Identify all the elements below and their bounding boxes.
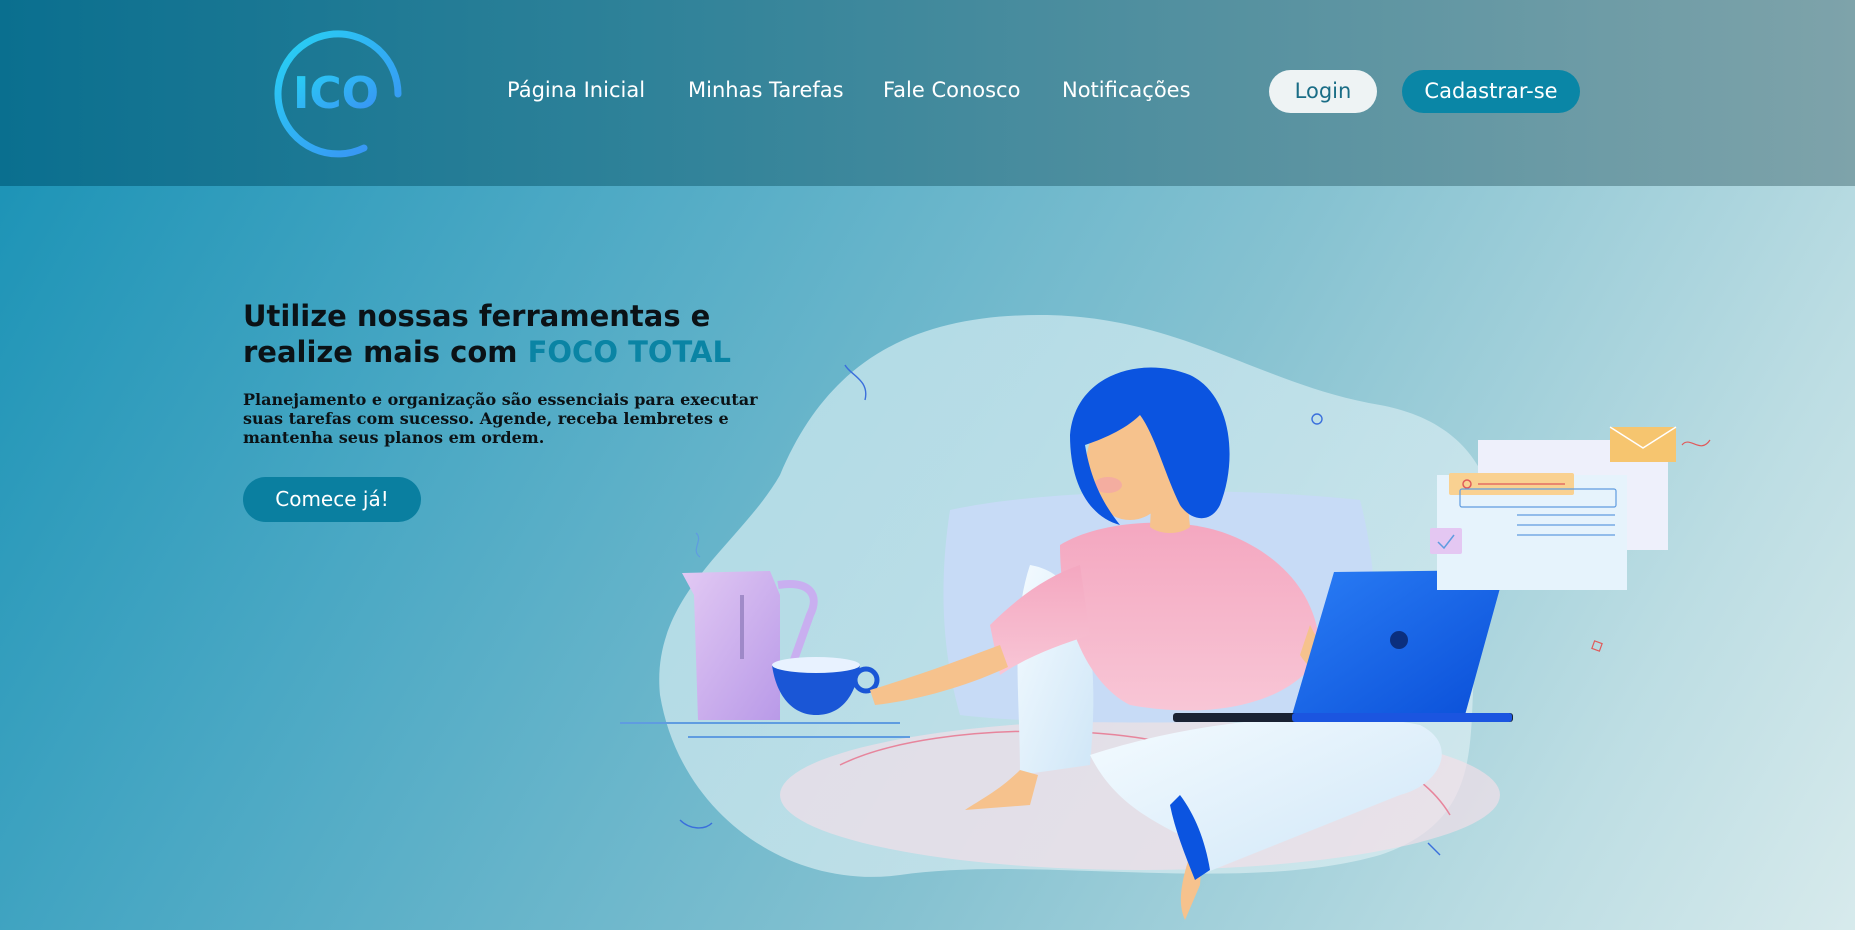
decor-arc: [679, 819, 713, 829]
nav-item-contact[interactable]: Fale Conosco: [883, 70, 1020, 110]
decor-dash: [1427, 842, 1441, 856]
get-started-button[interactable]: Comece já!: [243, 477, 421, 522]
hero-subtitle-line3: mantenha seus planos em ordem.: [243, 428, 545, 447]
nav-item-home[interactable]: Página Inicial: [507, 70, 645, 110]
notification-cards: [1430, 426, 1711, 590]
signup-button[interactable]: Cadastrar-se: [1402, 70, 1580, 113]
hero-title-line2: realize mais com: [243, 335, 528, 369]
decor-square: [1591, 640, 1603, 652]
nav-item-my-tasks[interactable]: Minhas Tarefas: [688, 70, 844, 110]
top-navbar: ICO Página Inicial Minhas Tarefas Fale C…: [0, 0, 1855, 186]
logo-icon[interactable]: ICO: [274, 24, 408, 158]
login-button[interactable]: Login: [1269, 70, 1377, 113]
logo-text: ICO: [293, 68, 379, 119]
nav-item-notifications[interactable]: Notificações: [1062, 70, 1191, 110]
hero-illustration: [620, 315, 1711, 920]
